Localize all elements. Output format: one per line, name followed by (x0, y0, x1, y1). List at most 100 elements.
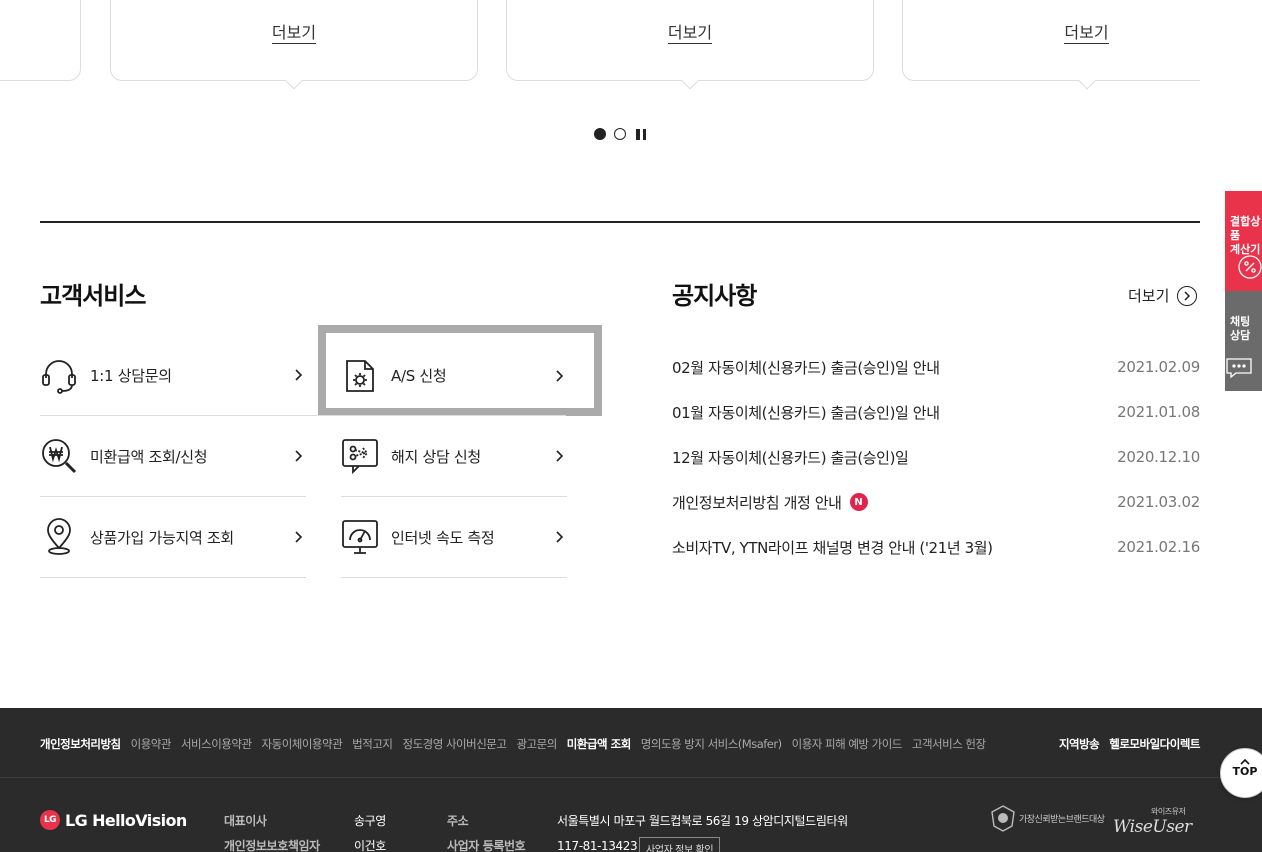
biz-info-button[interactable]: 사업자 정보 확인 (639, 837, 721, 852)
chat-bubble-icon (1226, 357, 1252, 383)
chevron-right-icon (551, 368, 567, 384)
footer-divider (0, 777, 1262, 778)
privacy-officer-value: 이건호 (354, 839, 386, 852)
speedometer-monitor-icon (341, 518, 379, 556)
service-label: 상품가입 가능지역 조회 (90, 528, 234, 547)
logo-text: LG HelloVision (65, 810, 187, 830)
service-label: 인터넷 속도 측정 (391, 528, 495, 547)
notice-item[interactable]: 02월 자동이체(신용카드) 출금(승인)일 안내 2021.02.09 (672, 356, 1200, 378)
headset-icon (40, 356, 78, 394)
notice-item[interactable]: 12월 자동이체(신용카드) 출금(승인)일 2020.12.10 (672, 446, 1200, 468)
card-more-link[interactable]: 더보기 (271, 23, 317, 44)
ceo-label: 대표이사 (224, 814, 267, 828)
ceo-value: 송구영 (354, 814, 386, 828)
notice-more-link[interactable]: 더보기 (1128, 285, 1198, 306)
row-divider (320, 415, 566, 416)
notice-item-title: 01월 자동이체(신용카드) 출금(승인)일 안내 (672, 403, 940, 422)
notice-item[interactable]: 01월 자동이체(신용카드) 출금(승인)일 안내 2021.01.08 (672, 401, 1200, 423)
notice-item-title: 02월 자동이체(신용카드) 출금(승인)일 안내 (672, 358, 940, 377)
notice-more-label: 더보기 (1128, 287, 1170, 305)
carousel-dot-1[interactable] (594, 128, 606, 140)
carousel-dot-2[interactable] (614, 128, 626, 140)
footer-link-refund[interactable]: 미환급액 조회 (567, 736, 631, 752)
brand-award: 가장신뢰받는브랜드대상 (990, 804, 1105, 832)
top-label: TOP (1232, 765, 1258, 778)
won-search-icon (40, 437, 78, 475)
row-divider (40, 415, 320, 416)
service-item-refund[interactable]: 미환급액 조회/신청 (40, 416, 306, 497)
footer-link-hellomobile[interactable]: 헬로모바일다이렉트 (1109, 736, 1200, 752)
footer-logo[interactable]: LG LG HelloVision (40, 810, 187, 830)
document-gear-icon (341, 357, 379, 395)
footer-link-guide[interactable]: 이용자 피해 예방 가이드 (792, 736, 903, 752)
service-item-cancel[interactable]: 해지 상담 신청 (341, 416, 567, 497)
scroll-top-button[interactable]: TOP (1220, 748, 1262, 798)
notice-item-date: 2021.02.16 (1117, 538, 1200, 556)
chat-label-line1: 채팅 (1230, 315, 1251, 328)
footer-link-terms[interactable]: 이용약관 (131, 736, 172, 752)
notice-item[interactable]: 개인정보처리방침 개정 안내 N 2021.03.02 (672, 491, 1200, 513)
card-more-link[interactable]: 더보기 (667, 23, 713, 44)
notice-item-title: 개인정보처리방침 개정 안내 (672, 493, 842, 512)
footer-link-privacy[interactable]: 개인정보처리방침 (40, 736, 121, 752)
customer-service-title: 고객서비스 (40, 282, 146, 310)
carousel-card: 더보기 (506, 0, 874, 90)
footer-link-local-broadcast[interactable]: 지역방송 (1059, 736, 1100, 752)
percent-icon (1238, 255, 1262, 283)
footer-link-ad[interactable]: 광고문의 (516, 736, 557, 752)
bundle-calculator-button[interactable]: 결합상품 계산기 (1225, 191, 1262, 291)
service-item-area[interactable]: 상품가입 가능지역 조회 (40, 497, 306, 578)
chevron-circle-right-icon (1177, 285, 1198, 306)
location-pin-icon (40, 518, 78, 556)
footer-link-autopay-terms[interactable]: 자동이체이용약관 (262, 736, 343, 752)
service-item-speedtest[interactable]: 인터넷 속도 측정 (341, 497, 567, 578)
lg-logo-mark: LG (40, 810, 60, 830)
carousel-card: 더보기 (902, 0, 1200, 90)
scissors-cut-icon (341, 437, 379, 475)
notice-item-date: 2021.02.09 (1117, 358, 1200, 376)
card-pointer (681, 72, 699, 90)
notice-item-date: 2021.01.08 (1117, 403, 1200, 421)
footer-links: 개인정보처리방침 이용약관 서비스이용약관 자동이체이용약관 법적고지 정도경영… (40, 736, 986, 752)
site-footer: 개인정보처리방침 이용약관 서비스이용약관 자동이체이용약관 법적고지 정도경영… (0, 708, 1262, 852)
address-label: 주소 (447, 814, 469, 828)
notice-item-title: 소비자TV, YTN라이프 채널명 변경 안내 ('21년 3월) (672, 538, 993, 557)
notice-item-date: 2020.12.10 (1117, 448, 1200, 466)
chat-label-line2: 상담 (1230, 329, 1251, 342)
wiseuser-korean: 와이즈유저 (1151, 807, 1186, 816)
pause-icon[interactable] (636, 128, 646, 140)
privacy-officer-label: 개인정보보호책임자 (224, 839, 320, 852)
carousel-card-partial (0, 0, 81, 81)
notice-item[interactable]: 소비자TV, YTN라이프 채널명 변경 안내 ('21년 3월) 2021.0… (672, 536, 1200, 558)
notice-item-title: 12월 자동이체(신용카드) 출금(승인)일 (672, 448, 909, 467)
service-label: 미환급액 조회/신청 (90, 447, 208, 466)
calc-label-line1: 결합상품 (1230, 215, 1261, 242)
new-badge: N (849, 493, 868, 511)
footer-right-links: 지역방송 헬로모바일다이렉트 (1059, 736, 1201, 752)
chevron-right-icon (290, 529, 306, 545)
footer-link-ethics[interactable]: 정도경영 사이버신문고 (403, 736, 507, 752)
footer-link-msafer[interactable]: 명의도용 방지 서비스(Msafer) (641, 736, 782, 752)
section-divider (40, 221, 1200, 223)
footer-link-legal[interactable]: 법적고지 (352, 736, 393, 752)
wiseuser-logo: WiseUser (1113, 817, 1192, 837)
biz-no-label: 사업자 등록번호 (447, 839, 526, 852)
chevron-right-icon (290, 367, 306, 383)
card-pointer (1078, 72, 1096, 90)
service-label: 해지 상담 신청 (391, 447, 481, 466)
service-item-consult[interactable]: 1:1 상담문의 (40, 335, 306, 416)
chevron-right-icon (290, 448, 306, 464)
footer-link-service-terms[interactable]: 서비스이용약관 (181, 736, 252, 752)
wiseuser-award: 와이즈유저 WiseUser (1113, 806, 1192, 837)
footer-link-charter[interactable]: 고객서비스 헌장 (912, 736, 986, 752)
carousel-card: 더보기 (110, 0, 478, 90)
biz-no-value: 117-81-13423 (557, 839, 638, 852)
chat-consult-button[interactable]: 채팅 상담 (1225, 291, 1262, 391)
card-pointer (285, 72, 303, 90)
address-value: 서울특별시 마포구 월드컵북로 56길 19 상암디지털드림타워 (557, 814, 848, 828)
notice-item-date: 2021.03.02 (1117, 493, 1200, 511)
chevron-right-icon (551, 529, 567, 545)
card-more-link[interactable]: 더보기 (1064, 23, 1109, 44)
award-emblem-icon (991, 805, 1015, 832)
service-item-as[interactable]: A/S 신청 (341, 335, 567, 416)
